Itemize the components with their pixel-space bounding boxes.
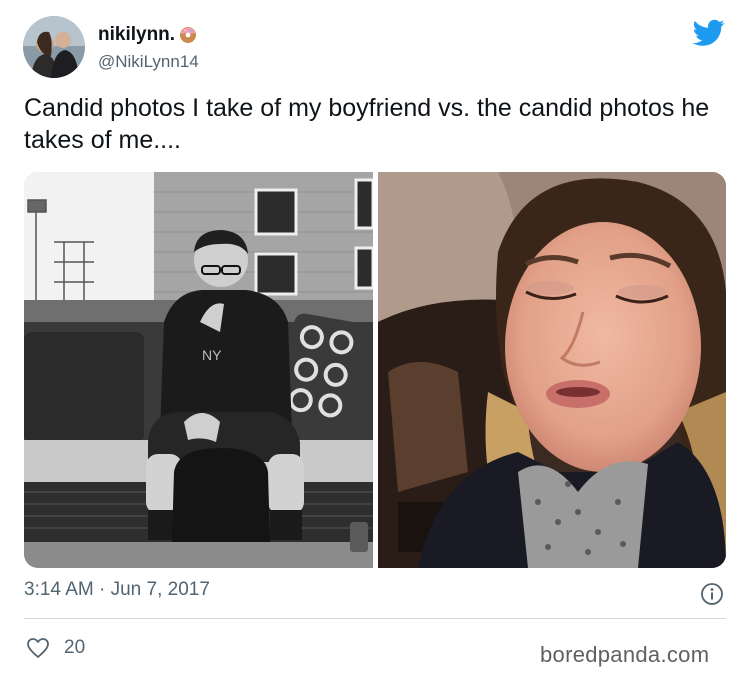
photo-grid: NY (24, 172, 726, 568)
svg-text:NY: NY (202, 347, 222, 363)
twitter-bird-icon[interactable] (692, 18, 725, 48)
donut-icon (179, 26, 197, 44)
photo-woman-asleep-in-car[interactable] (378, 172, 726, 568)
photo-man-seated-outdoors[interactable]: NY (24, 172, 375, 568)
like-count: 20 (64, 637, 86, 658)
watermark: boredpanda.com (540, 642, 710, 667)
info-icon[interactable] (700, 582, 724, 606)
divider (24, 618, 726, 619)
tweet-card: nikilynn. @NikiLynn14 Candid photos I ta… (0, 0, 750, 678)
display-name[interactable]: nikilynn. (98, 24, 197, 46)
timestamp[interactable]: 3:14 AM · Jun 7, 2017 (24, 579, 210, 601)
handle[interactable]: @NikiLynn14 (98, 52, 199, 72)
heart-icon[interactable] (26, 637, 50, 659)
tweet-text: Candid photos I take of my boyfriend vs.… (24, 94, 710, 154)
avatar[interactable] (23, 16, 85, 78)
display-name-text: nikilynn. (98, 24, 176, 45)
